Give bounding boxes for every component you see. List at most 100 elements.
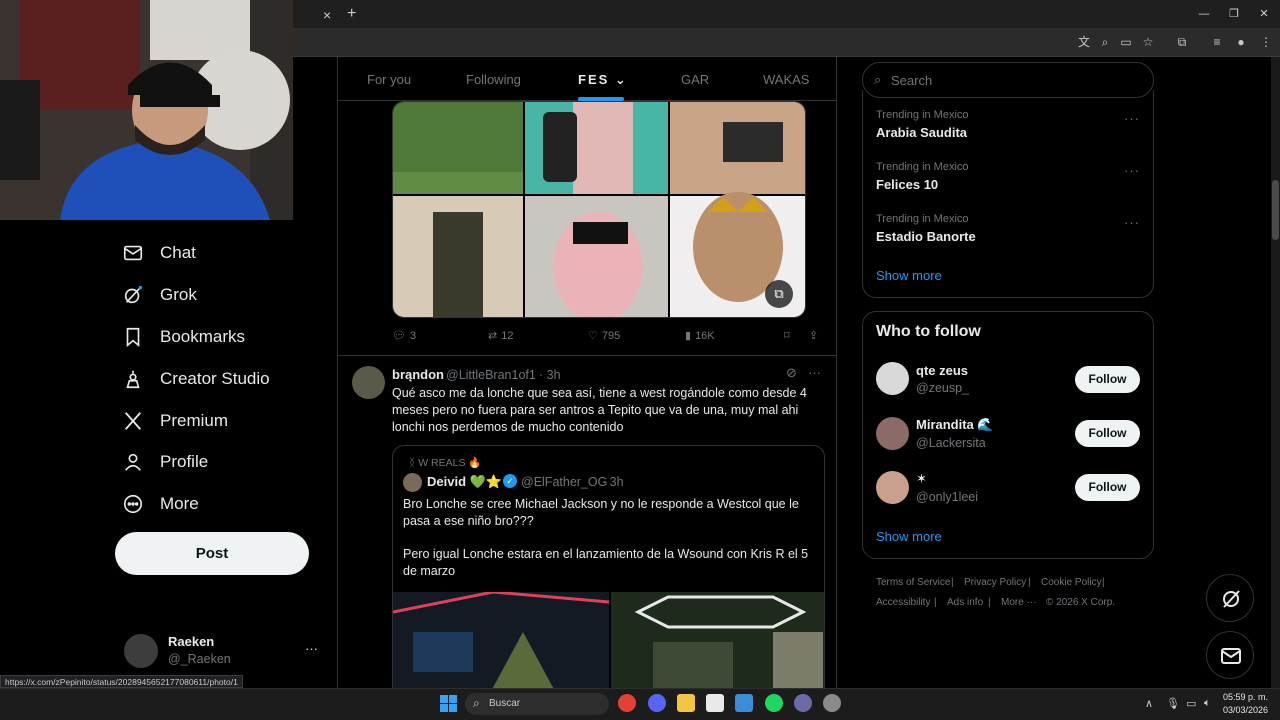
account-menu-icon[interactable]: ··· xyxy=(305,641,318,656)
profile-avatar-icon[interactable]: ● xyxy=(1233,34,1249,50)
footer-ads-info[interactable]: Ads info xyxy=(947,597,983,608)
footer-separator: | xyxy=(934,597,937,608)
avatar[interactable] xyxy=(876,362,909,395)
avatar[interactable] xyxy=(876,417,909,450)
tweet-more-icon[interactable]: ··· xyxy=(808,365,821,380)
new-tab-icon[interactable]: + xyxy=(347,5,356,23)
grok-icon xyxy=(1223,590,1240,608)
footer-privacy[interactable]: Privacy Policy xyxy=(964,577,1026,588)
tweet-author-handle[interactable]: @LittleBran1of1 xyxy=(446,368,536,382)
volume-icon[interactable]: 🔈︎ xyxy=(1204,697,1211,710)
taskbar-date[interactable]: 03/03/2026 xyxy=(1222,705,1268,715)
grok-icon[interactable]: ⊘ xyxy=(786,365,797,381)
trend-more-icon[interactable]: ··· xyxy=(1124,111,1140,126)
scrollbar-track[interactable] xyxy=(1271,57,1280,688)
sidebar-item-grok[interactable]: Grok xyxy=(122,281,197,309)
sidebar-item-bookmarks[interactable]: Bookmarks xyxy=(122,323,245,351)
quote-media[interactable] xyxy=(393,590,824,688)
window-close-icon[interactable]: ✕ xyxy=(1256,6,1272,22)
messages-float-button[interactable] xyxy=(1206,631,1254,679)
follow-button[interactable]: Follow xyxy=(1075,474,1140,501)
app-icon[interactable] xyxy=(794,694,812,712)
scrollbar-thumb[interactable] xyxy=(1272,180,1279,240)
tab-following[interactable]: Following xyxy=(466,72,521,87)
cast-icon[interactable]: ▭ xyxy=(1118,34,1134,50)
store-icon[interactable] xyxy=(706,694,724,712)
avatar[interactable] xyxy=(876,471,909,504)
wtf-name[interactable]: qte zeus xyxy=(916,363,968,378)
footer-more[interactable]: More ··· xyxy=(1001,597,1037,608)
taskbar-time[interactable]: 05:59 p. m. xyxy=(1222,692,1268,702)
wtf-name[interactable]: ✶ xyxy=(916,471,927,487)
views-button[interactable]: ▮ 16K xyxy=(685,329,715,343)
trend-name[interactable]: Felices 10 xyxy=(876,177,938,192)
trend-more-icon[interactable]: ··· xyxy=(1124,215,1140,230)
wtf-name[interactable]: Mirandita 🌊 xyxy=(916,417,994,433)
wtf-handle[interactable]: @only1leei xyxy=(916,490,978,504)
wtf-show-more-link[interactable]: Show more xyxy=(876,529,942,544)
avatar xyxy=(403,473,422,492)
reply-button[interactable]: 💬︎ 3 xyxy=(392,329,416,343)
tab-for-you[interactable]: For you xyxy=(367,72,411,87)
follow-button[interactable]: Follow xyxy=(1075,420,1140,447)
post-button[interactable]: Post xyxy=(115,532,309,575)
trends-show-more-link[interactable]: Show more xyxy=(876,268,942,283)
search-input[interactable]: Search xyxy=(891,73,932,88)
extensions-icon[interactable]: ⧉ xyxy=(1174,34,1190,50)
follow-button[interactable]: Follow xyxy=(1075,366,1140,393)
media-edit-icon[interactable]: ⧉ xyxy=(765,280,793,308)
grok-float-button[interactable] xyxy=(1206,574,1254,622)
reading-list-icon[interactable]: ≡ xyxy=(1209,34,1225,50)
taskbar-search[interactable]: ⌕ Buscar xyxy=(465,693,609,715)
footer-accessibility[interactable]: Accessibility xyxy=(876,597,930,608)
minimize-icon[interactable]: — xyxy=(1196,6,1212,22)
footer-terms[interactable]: Terms of Service xyxy=(876,577,950,588)
restore-icon[interactable]: ❐ xyxy=(1226,6,1242,22)
repost-button[interactable]: ⇄ 12 xyxy=(488,329,513,343)
trend-name[interactable]: Estadio Banorte xyxy=(876,229,976,244)
person-icon xyxy=(125,453,141,471)
windows-start-icon[interactable] xyxy=(440,695,457,712)
tweet-author-name[interactable]: brąndon xyxy=(392,367,444,382)
quoted-tweet[interactable]: ᛝ W REALS 🔥 Deivid 💚⭐ ✓ @ElFather_OG · 3… xyxy=(392,445,825,688)
search-icon: ⌕ xyxy=(874,72,882,87)
tab-wakas[interactable]: WAKAS xyxy=(763,72,809,87)
wtf-handle[interactable]: @Lackersita xyxy=(916,436,986,450)
translate-icon[interactable]: 文 xyxy=(1076,34,1092,50)
chrome-icon[interactable] xyxy=(618,694,636,712)
file-explorer-icon[interactable] xyxy=(677,694,695,712)
like-button[interactable]: ♡ 795 xyxy=(588,329,620,343)
bookmark-star-icon[interactable]: ☆ xyxy=(1140,34,1156,50)
repost-icon: ⇄ xyxy=(488,330,498,342)
wtf-handle[interactable]: @zeusp_ xyxy=(916,381,969,395)
tweet-media-grid[interactable]: ⧉ xyxy=(392,101,806,318)
tweet-time[interactable]: · 3h xyxy=(539,368,561,382)
sidebar-item-creator-studio[interactable]: Creator Studio xyxy=(122,365,270,393)
footer-cookie[interactable]: Cookie Policy xyxy=(1041,577,1102,588)
bookmark-button[interactable]: ⌑ xyxy=(784,329,790,342)
share-button[interactable]: ⇪ xyxy=(809,329,818,342)
microphone-icon[interactable]: 🎙︎ xyxy=(1166,697,1180,710)
sidebar-item-chat[interactable]: Chat xyxy=(122,239,196,267)
webcam-overlay xyxy=(0,0,293,220)
sidebar-item-profile[interactable]: Profile xyxy=(122,448,208,476)
sidebar-item-premium[interactable]: Premium xyxy=(122,407,228,435)
spotify-icon[interactable] xyxy=(765,694,783,712)
tray-chevron-icon[interactable]: ∧ xyxy=(1145,697,1153,710)
browser-menu-icon[interactable]: ⋮ xyxy=(1258,34,1274,50)
tab-close-icon[interactable]: × xyxy=(323,7,331,23)
discord-icon[interactable] xyxy=(648,694,666,712)
browser-tab[interactable]: × xyxy=(293,4,341,28)
tab-active-indicator xyxy=(578,97,624,101)
tab-fes[interactable]: FES ⌄ xyxy=(578,72,628,88)
mail-app-icon[interactable] xyxy=(735,694,753,712)
zoom-icon[interactable]: ⌕ xyxy=(1097,34,1113,50)
trend-more-icon[interactable]: ··· xyxy=(1124,163,1140,178)
network-icon[interactable]: ▭ xyxy=(1186,697,1196,710)
sidebar-item-more[interactable]: More xyxy=(122,490,199,518)
avatar[interactable] xyxy=(124,634,158,668)
tab-gar[interactable]: GAR xyxy=(681,72,709,87)
obs-icon[interactable] xyxy=(823,694,841,712)
trend-name[interactable]: Arabia Saudita xyxy=(876,125,967,140)
avatar[interactable] xyxy=(352,366,385,399)
